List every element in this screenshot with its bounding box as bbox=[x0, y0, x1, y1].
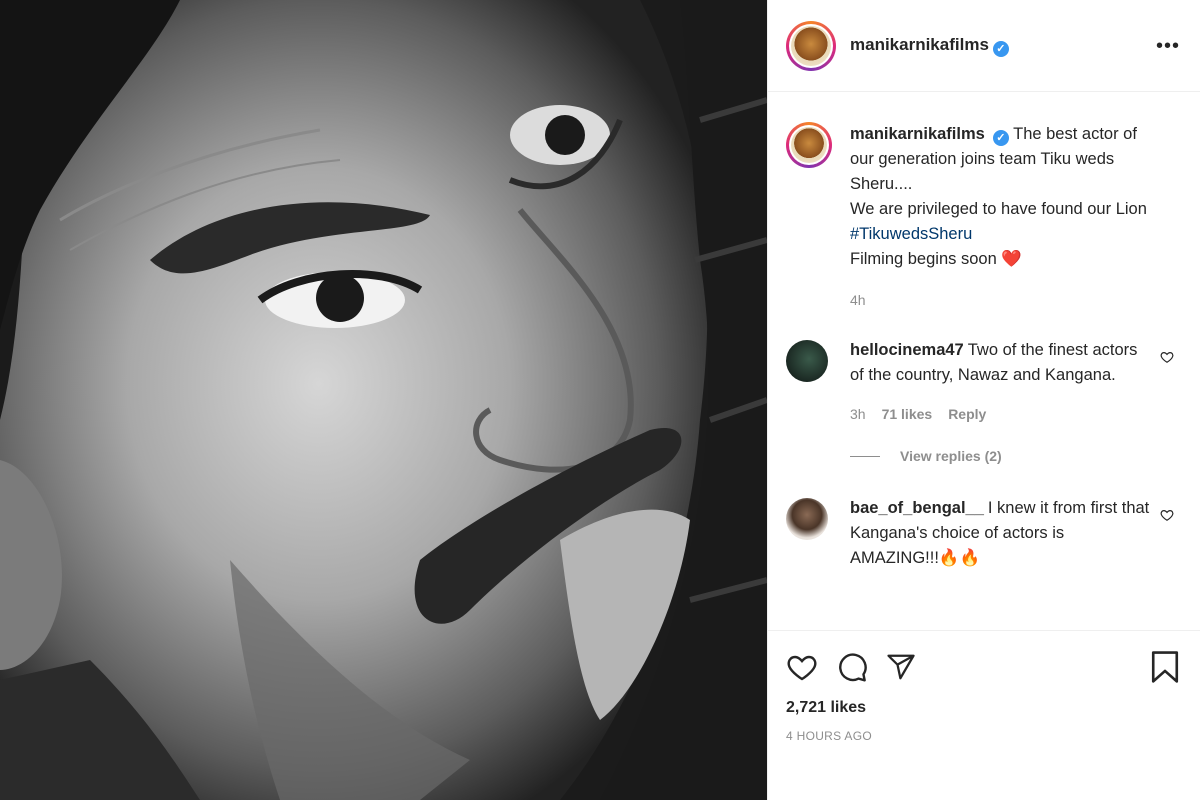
avatar-image bbox=[791, 127, 827, 163]
comment-meta: 3h 71 likes Reply bbox=[850, 406, 1152, 422]
view-replies-button[interactable]: View replies (2) bbox=[850, 448, 1180, 464]
comment-body: bae_of_bengal__ I knew it from first that… bbox=[850, 496, 1180, 571]
caption-body: manikarnikafilms ✓ The best actor of our … bbox=[850, 122, 1180, 308]
comment-time[interactable]: 3h bbox=[850, 406, 866, 422]
action-icons bbox=[786, 645, 1180, 689]
avatar-image bbox=[791, 25, 831, 66]
commenter-avatar[interactable] bbox=[786, 498, 828, 540]
post-photo[interactable] bbox=[0, 0, 767, 800]
post-header: manikarnikafilms ✓ ••• bbox=[768, 0, 1200, 92]
comment-likes[interactable]: 71 likes bbox=[882, 406, 933, 422]
comment-text: hellocinema47 Two of the finest actors of… bbox=[850, 338, 1152, 388]
caption-line-3: Filming begins soon bbox=[850, 250, 1002, 268]
avatar-frame bbox=[789, 125, 829, 165]
comment-text: bae_of_bengal__ I knew it from first that… bbox=[850, 496, 1152, 571]
hashtag-link[interactable]: #TikuwedsSheru bbox=[850, 225, 972, 243]
caption-avatar[interactable] bbox=[786, 122, 832, 168]
author-username[interactable]: manikarnikafilms ✓ bbox=[850, 35, 1009, 57]
caption: manikarnikafilms ✓ The best actor of our … bbox=[786, 122, 1180, 308]
share-icon[interactable] bbox=[886, 652, 916, 682]
heart-icon[interactable] bbox=[786, 651, 818, 683]
comment-icon[interactable] bbox=[836, 651, 868, 683]
caption-text: manikarnikafilms ✓ The best actor of our … bbox=[850, 122, 1152, 272]
comment-item: bae_of_bengal__ I knew it from first that… bbox=[786, 496, 1180, 571]
portrait-image bbox=[0, 0, 767, 800]
caption-meta: 4h bbox=[850, 292, 1152, 308]
likes-count[interactable]: 2,721 likes bbox=[786, 699, 1180, 717]
post-side-panel: manikarnikafilms ✓ ••• manikarnikafilms ✓ … bbox=[767, 0, 1200, 800]
view-replies-label[interactable]: View replies (2) bbox=[900, 448, 1002, 464]
comment-body: hellocinema47 Two of the finest actors of… bbox=[850, 338, 1180, 422]
caption-time[interactable]: 4h bbox=[850, 292, 866, 308]
comments-list[interactable]: manikarnikafilms ✓ The best actor of our … bbox=[768, 92, 1200, 630]
comment-item: hellocinema47 Two of the finest actors of… bbox=[786, 338, 1180, 422]
bookmark-icon[interactable] bbox=[1150, 650, 1180, 684]
author-avatar[interactable] bbox=[786, 20, 836, 71]
avatar-frame bbox=[789, 23, 833, 68]
verified-badge-icon: ✓ bbox=[992, 40, 1009, 57]
comment-username[interactable]: hellocinema47 bbox=[850, 341, 964, 359]
comment-username[interactable]: bae_of_bengal__ bbox=[850, 499, 984, 517]
more-options-icon[interactable]: ••• bbox=[1156, 36, 1180, 56]
replies-divider bbox=[850, 455, 880, 457]
reply-button[interactable]: Reply bbox=[948, 406, 986, 422]
commenter-avatar[interactable] bbox=[786, 340, 828, 382]
comment-like-heart-icon[interactable] bbox=[1160, 508, 1174, 527]
comment-like-heart-icon[interactable] bbox=[1160, 350, 1174, 369]
caption-username[interactable]: manikarnikafilms bbox=[850, 125, 985, 143]
post-timestamp[interactable]: 4 HOURS AGO bbox=[786, 729, 1180, 743]
author-username-text[interactable]: manikarnikafilms bbox=[850, 35, 989, 54]
red-heart-emoji: ❤️ bbox=[1001, 250, 1022, 268]
caption-line-2: We are privileged to have found our Lion bbox=[850, 200, 1147, 218]
post-actions: 2,721 likes 4 HOURS AGO bbox=[768, 630, 1200, 800]
verified-badge-icon: ✓ bbox=[992, 130, 1009, 146]
instagram-post: manikarnikafilms ✓ ••• manikarnikafilms ✓ … bbox=[0, 0, 1200, 800]
